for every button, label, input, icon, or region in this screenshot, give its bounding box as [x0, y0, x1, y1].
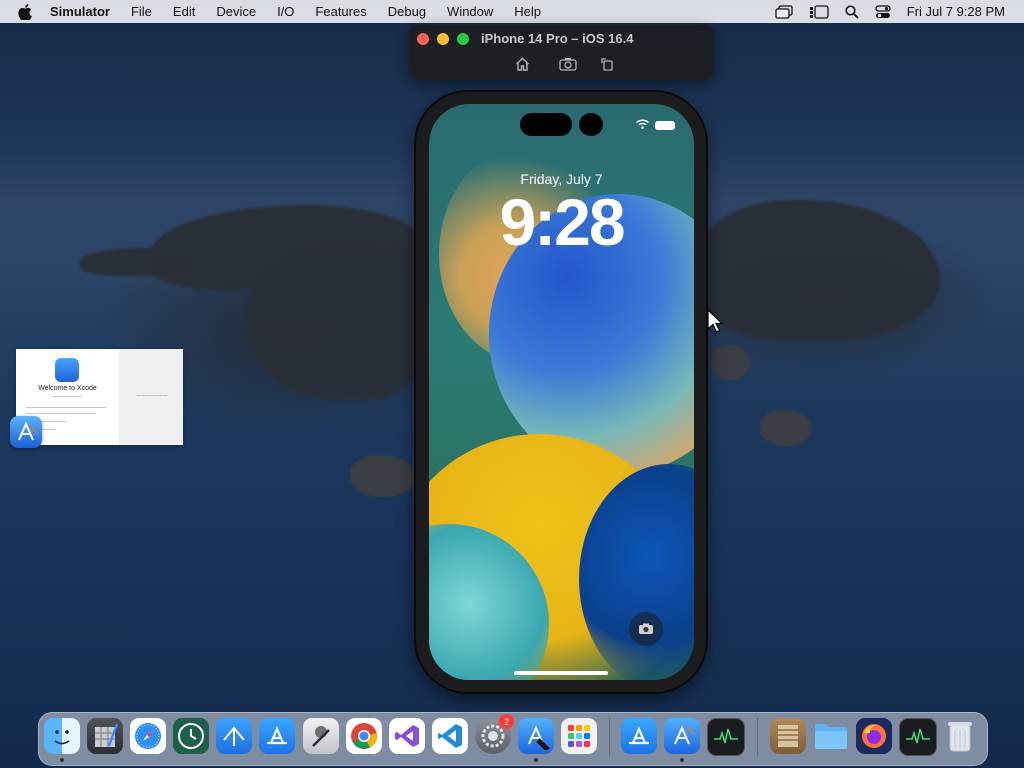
instruments-icon[interactable]: [87, 718, 123, 754]
mouse-cursor-icon: [707, 309, 723, 333]
running-indicator: [680, 758, 684, 762]
simulator-window-titlebar[interactable]: iPhone 14 Pro – iOS 16.4: [409, 25, 714, 80]
utility-tool-icon[interactable]: [303, 718, 339, 754]
dock-separator: [609, 718, 610, 756]
rock: [710, 345, 750, 380]
option-line: [26, 413, 96, 414]
rock: [350, 455, 416, 497]
simulator-window-title: iPhone 14 Pro – iOS 16.4: [481, 31, 634, 46]
zoom-window-button[interactable]: [457, 33, 469, 45]
close-window-button[interactable]: [417, 33, 429, 45]
wifi-icon: [636, 119, 649, 129]
camera-shortcut-icon[interactable]: [629, 612, 663, 646]
dock-separator: [757, 718, 758, 756]
rotate-icon[interactable]: [598, 55, 616, 73]
chrome-icon[interactable]: [346, 718, 382, 754]
folder-icon[interactable]: [813, 718, 849, 754]
battery-icon: [655, 121, 675, 130]
visual-studio-icon[interactable]: [389, 718, 425, 754]
menu-clock[interactable]: Fri Jul 7 9:28 PM: [907, 4, 1005, 19]
notification-badge: 2: [499, 714, 514, 729]
vscode-icon[interactable]: [432, 718, 468, 754]
lock-screen-time: 9:28: [499, 185, 625, 259]
menu-help[interactable]: Help: [514, 4, 541, 19]
xcode-build-icon[interactable]: [216, 718, 252, 754]
home-indicator[interactable]: [514, 671, 608, 675]
xcode-icon[interactable]: [10, 416, 42, 448]
menu-device[interactable]: Device: [216, 4, 256, 19]
left-cliffs: [245, 240, 425, 400]
firefox-icon[interactable]: [856, 718, 892, 754]
xcode-welcome-title: Welcome to Xcode: [38, 385, 97, 392]
front-camera: [579, 113, 603, 136]
spotlight-search-icon[interactable]: [845, 4, 859, 19]
menu-features[interactable]: Features: [315, 4, 366, 19]
home-icon[interactable]: [513, 55, 531, 73]
time-machine-icon[interactable]: [173, 718, 209, 754]
screen-mirroring-icon[interactable]: [775, 4, 793, 19]
recent-projects-panel: [119, 349, 183, 445]
menu-app-name[interactable]: Simulator: [50, 4, 110, 19]
apple-icon[interactable]: [18, 3, 32, 20]
stage-manager-icon[interactable]: [809, 4, 829, 19]
menu-edit[interactable]: Edit: [173, 4, 195, 19]
minimize-window-button[interactable]: [437, 33, 449, 45]
activity-monitor-icon[interactable]: [899, 718, 937, 756]
screenshot-icon[interactable]: [559, 55, 577, 73]
running-indicator: [534, 758, 538, 762]
activity-monitor-icon[interactable]: [707, 718, 745, 756]
recent-project-line: [137, 395, 167, 396]
option-line: [26, 407, 106, 408]
rock: [760, 410, 812, 446]
dynamic-island: [520, 113, 572, 136]
app-store-icon[interactable]: [259, 718, 295, 754]
launchpad-icon[interactable]: [561, 718, 597, 754]
xcode-icon[interactable]: [664, 718, 700, 754]
trash-icon[interactable]: [942, 718, 978, 754]
menu-bar: Simulator File Edit Device I/O Features …: [0, 0, 1024, 23]
finder-icon[interactable]: [44, 718, 80, 754]
menu-debug[interactable]: Debug: [388, 4, 426, 19]
version-line: [52, 396, 82, 397]
safari-icon[interactable]: [130, 718, 166, 754]
running-indicator: [60, 758, 64, 762]
menu-window[interactable]: Window: [447, 4, 493, 19]
app-store-icon[interactable]: [621, 718, 657, 754]
menu-file[interactable]: File: [131, 4, 152, 19]
control-center-icon[interactable]: [875, 4, 891, 19]
right-headland: [700, 200, 940, 340]
menu-io[interactable]: I/O: [277, 4, 294, 19]
archive-icon[interactable]: [770, 718, 806, 754]
xcode-icon[interactable]: [518, 718, 554, 754]
xcode-logo-icon: [55, 358, 79, 382]
